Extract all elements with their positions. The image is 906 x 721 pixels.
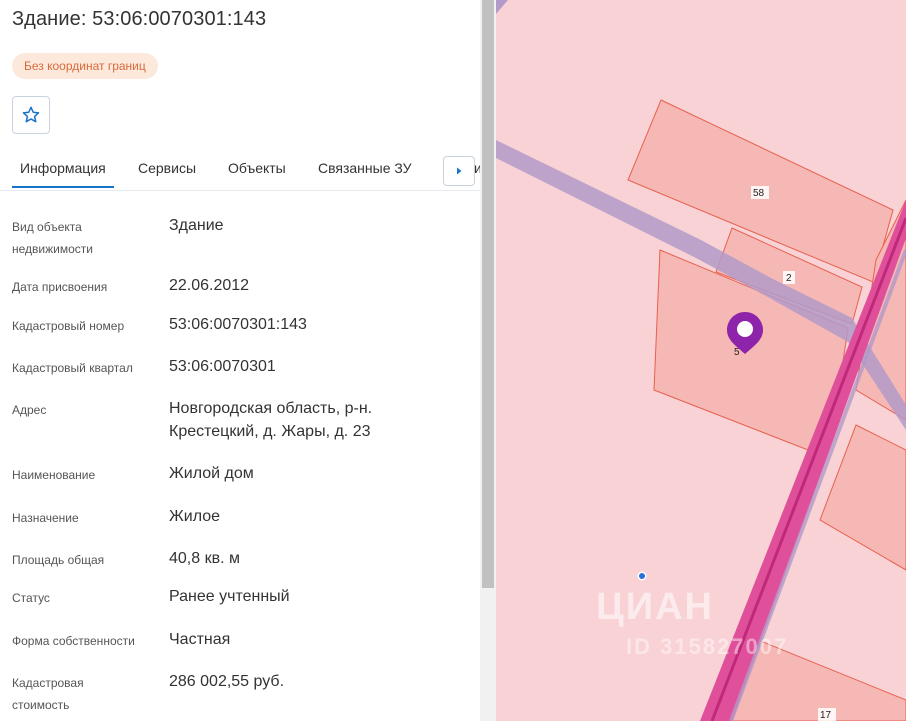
info-value: 40,8 кв. м <box>169 550 240 567</box>
star-icon <box>22 106 40 123</box>
info-value: 22.06.2012 <box>169 277 250 294</box>
info-value: Жилой дом <box>169 465 254 482</box>
status-badge: Без координат границ <box>12 53 158 79</box>
watermark-logo: ЦИАН <box>596 586 714 628</box>
tab-bar: Информация Сервисы Объекты Связанные ЗУ <box>0 150 480 191</box>
info-label: Вид объекта недвижимости <box>12 220 93 256</box>
info-label: Наименование <box>12 468 96 482</box>
page-title: Здание: 53:06:0070301:143 <box>12 8 267 30</box>
parcel-label: 2 <box>786 273 792 284</box>
info-label: Кадастровый квартал <box>12 361 133 375</box>
chevron-right-icon <box>457 167 462 175</box>
scrollbar-thumb[interactable] <box>482 0 494 588</box>
current-location-dot <box>639 573 645 579</box>
info-value: Новгородская область, р-н. Крестецкий, д… <box>169 400 373 440</box>
info-label: Статус <box>12 591 50 605</box>
info-label: Назначение <box>12 511 79 525</box>
info-value: Ранее учтенный <box>169 588 290 605</box>
info-label: Форма собственности <box>12 634 135 648</box>
favorite-button[interactable] <box>12 96 50 134</box>
info-value: Частная <box>169 631 231 648</box>
parcel-label: 17 <box>820 710 832 721</box>
info-label: Кадастровый номер <box>12 319 125 333</box>
info-value: 286 002,55 руб. <box>169 673 285 690</box>
tab-objects[interactable]: Объекты <box>228 160 286 176</box>
info-value: Жилое <box>169 508 221 525</box>
info-label: Площадь общая <box>12 553 105 567</box>
parcel-label: 58 <box>753 188 765 199</box>
watermark-id: ID 315827007 <box>626 634 789 659</box>
info-label: Адрес <box>12 403 47 417</box>
info-label: Кадастровая стоимость <box>12 676 84 712</box>
tab-information[interactable]: Информация <box>12 160 114 188</box>
tab-related-land[interactable]: Связанные ЗУ <box>318 160 412 176</box>
cadastral-map[interactable]: 58 2 5 17 ЦИАН ID 315827007 <box>496 0 906 721</box>
info-value: 53:06:0070301:143 <box>169 316 307 333</box>
road-corner <box>496 0 508 14</box>
info-panel: Здание: 53:06:0070301:143 Без координат … <box>0 0 480 721</box>
tabs-next-button[interactable] <box>443 156 475 186</box>
info-value: 53:06:0070301 <box>169 358 276 375</box>
info-label: Дата присвоения <box>12 280 108 294</box>
tab-services[interactable]: Сервисы <box>138 160 196 176</box>
info-value: Здание <box>169 217 224 234</box>
